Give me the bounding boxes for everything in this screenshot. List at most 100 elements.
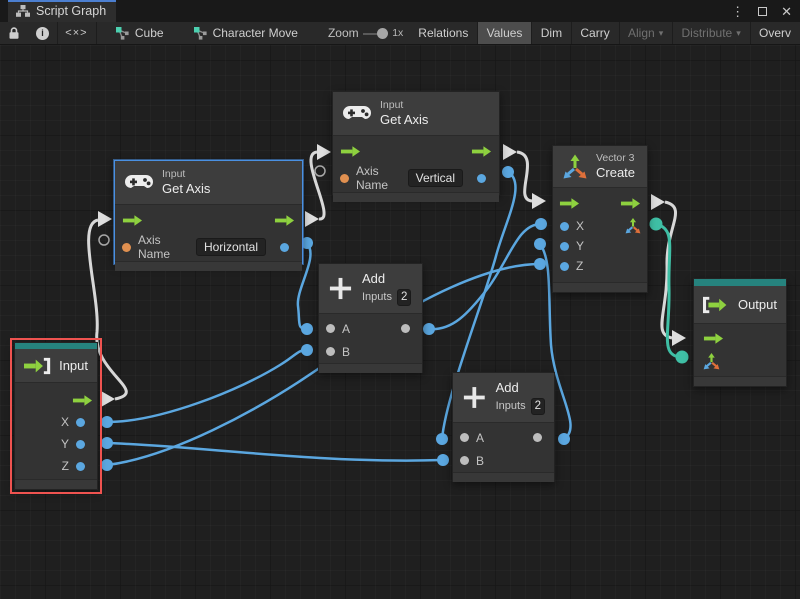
close-icon[interactable]: ✕ — [781, 5, 792, 18]
align-dropdown[interactable]: Align ▾ — [619, 22, 672, 45]
hierarchy-icon — [16, 5, 30, 17]
tab-script-graph[interactable]: Script Graph — [8, 0, 116, 22]
flow-in-arrow[interactable] — [122, 214, 143, 227]
flow-in-arrow[interactable] — [703, 332, 724, 345]
graph-icon — [194, 27, 207, 40]
values-toggle[interactable]: Values — [478, 22, 532, 45]
node-footer — [453, 472, 554, 482]
port-a-input[interactable] — [326, 324, 335, 333]
info-icon: i — [36, 27, 49, 40]
input-event-icon — [24, 357, 51, 375]
port-label: Y — [61, 437, 69, 451]
node-title: Get Axis — [162, 181, 210, 197]
inputs-label: Inputs — [362, 291, 392, 305]
breadcrumb-character-move[interactable]: Character Move — [186, 26, 306, 40]
info-button[interactable]: i — [28, 22, 57, 45]
vector3-icon — [562, 154, 588, 180]
node-get-axis-vertical[interactable]: Input Get Axis Axis Name Vertical — [332, 91, 500, 195]
node-title: Create — [596, 165, 635, 181]
relations-toggle[interactable]: Relations — [409, 22, 477, 45]
port-axis-name-input[interactable] — [340, 174, 349, 183]
node-add-2[interactable]: Add Inputs 2 A B — [452, 372, 555, 482]
carry-toggle[interactable]: Carry — [571, 22, 618, 45]
flow-out-arrow[interactable] — [274, 214, 295, 227]
node-title: Add — [362, 271, 411, 287]
zoom-slider[interactable] — [363, 22, 389, 45]
port-axis-name-input[interactable] — [122, 243, 131, 252]
node-title: Input — [59, 358, 88, 373]
node-vector3-create[interactable]: Vector 3 Create X — [552, 145, 648, 293]
port-y-input[interactable] — [560, 242, 569, 251]
zoom-slider-knob[interactable] — [377, 28, 388, 39]
flow-in-arrow[interactable] — [559, 197, 580, 210]
breadcrumb-label: Cube — [135, 26, 164, 40]
vector3-output-port[interactable] — [625, 218, 641, 234]
port-z-output[interactable] — [76, 462, 85, 471]
node-footer — [115, 261, 302, 271]
port-label: Z — [576, 259, 583, 273]
tab-bar: Script Graph ⋮ ✕ — [0, 0, 800, 22]
overview-button[interactable]: Overv — [750, 22, 800, 45]
port-label: B — [476, 454, 484, 468]
port-label: A — [476, 431, 484, 445]
carry-label: Carry — [580, 26, 609, 40]
flow-out-arrow[interactable] — [620, 197, 641, 210]
node-output-event[interactable]: Output — [693, 278, 787, 387]
lock-icon — [8, 26, 20, 40]
param-label: Axis Name — [356, 164, 401, 192]
port-y-output[interactable] — [76, 440, 85, 449]
output-event-icon — [703, 296, 730, 314]
lock-button[interactable] — [0, 22, 28, 45]
flow-out-arrow[interactable] — [471, 145, 492, 158]
port-z-input[interactable] — [560, 262, 569, 271]
port-label: B — [342, 345, 350, 359]
node-category: Vector 3 — [596, 152, 635, 165]
plus-icon — [462, 385, 487, 410]
zoom-value: 1x — [392, 27, 403, 39]
flow-out-arrow[interactable] — [72, 394, 93, 407]
chevron-down-icon: ▾ — [659, 28, 664, 39]
code-preview-button[interactable]: <×> — [57, 22, 95, 45]
port-value-output[interactable] — [280, 243, 289, 252]
node-input-event[interactable]: Input X Y Z — [14, 342, 98, 490]
distribute-dropdown[interactable]: Distribute ▾ — [673, 22, 750, 45]
script-graph-window: Script Graph ⋮ ✕ i <×> — [0, 0, 800, 599]
port-label: X — [61, 415, 69, 429]
port-value-output[interactable] — [477, 174, 486, 183]
node-title: Get Axis — [380, 112, 428, 128]
breadcrumb-label: Character Move — [213, 26, 298, 40]
distribute-label: Distribute — [682, 26, 733, 40]
window-menu-icon[interactable]: ⋮ — [731, 5, 744, 18]
zoom-label: Zoom — [328, 26, 359, 40]
node-title: Output — [738, 297, 777, 312]
align-label: Align — [628, 26, 655, 40]
vector3-input-port[interactable] — [703, 353, 720, 370]
port-sum-output[interactable] — [401, 324, 410, 333]
port-b-input[interactable] — [326, 347, 335, 356]
dim-toggle[interactable]: Dim — [532, 22, 571, 45]
port-a-input[interactable] — [460, 433, 469, 442]
plus-icon — [328, 276, 353, 301]
breadcrumb-cube[interactable]: Cube — [108, 26, 172, 40]
axis-name-field[interactable]: Vertical — [408, 169, 463, 187]
flow-in-arrow[interactable] — [340, 145, 361, 158]
port-b-input[interactable] — [460, 456, 469, 465]
gamepad-icon — [342, 105, 372, 122]
inputs-count-field[interactable]: 2 — [531, 398, 545, 415]
port-label: Z — [62, 459, 69, 473]
node-get-axis-horizontal[interactable]: Input Get Axis Axis Name Horizontal — [114, 160, 303, 264]
node-category: Input — [162, 168, 210, 181]
node-add-1[interactable]: Add Inputs 2 A B — [318, 263, 423, 373]
maximize-icon[interactable] — [758, 7, 767, 16]
port-label: Y — [576, 239, 584, 253]
port-x-output[interactable] — [76, 418, 85, 427]
port-sum-output[interactable] — [533, 433, 542, 442]
axis-name-field[interactable]: Horizontal — [196, 238, 266, 256]
inputs-count-field[interactable]: 2 — [397, 289, 411, 306]
port-x-input[interactable] — [560, 222, 569, 231]
overview-label: Overv — [759, 26, 791, 40]
node-footer — [553, 282, 647, 292]
chevron-down-icon: ▾ — [736, 28, 741, 39]
node-footer — [333, 192, 499, 202]
code-icon: <×> — [65, 27, 87, 39]
